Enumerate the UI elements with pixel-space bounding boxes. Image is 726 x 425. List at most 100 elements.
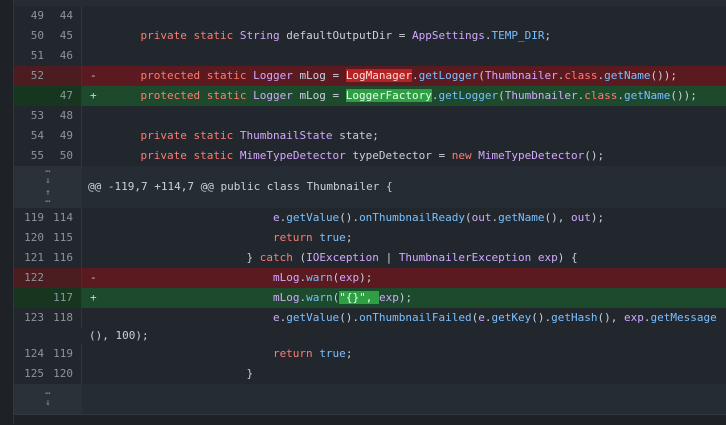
code-token: MimeTypeDetector (239, 149, 353, 162)
code-token: ; (544, 29, 552, 42)
code-token: private static (114, 129, 240, 142)
code-content: - mLog.warn(exp); (82, 268, 726, 288)
code-token: getHash (551, 311, 598, 324)
new-line-number[interactable]: 118 (48, 308, 82, 328)
new-line-number[interactable]: 45 (48, 26, 82, 46)
expand-down-icon[interactable]: ⋯ ↓ (45, 167, 50, 186)
code-token: MimeTypeDetector (478, 149, 585, 162)
old-line-number[interactable] (14, 86, 48, 106)
code-token: e (272, 211, 280, 224)
code-token: e (478, 311, 485, 324)
new-line-number[interactable]: 115 (48, 228, 82, 248)
code-token: } (114, 367, 254, 380)
code-token: ()); (670, 89, 697, 102)
code-token: defaultOutputDir = (286, 29, 413, 42)
code-content: } catch (IOException | ThumbnailerExcept… (82, 248, 726, 268)
code-token: ; (345, 347, 353, 360)
code-content (82, 46, 726, 66)
old-line-number[interactable]: 53 (14, 106, 48, 126)
diff-line: 119 114 e.getValue().onThumbnailReady(out… (14, 208, 726, 228)
old-line-number[interactable]: 51 (14, 46, 48, 66)
code-token: warn (306, 271, 333, 284)
code-token: getValue (286, 211, 340, 224)
old-line-number[interactable]: 50 (14, 26, 48, 46)
code-token: exp (339, 271, 360, 284)
code-content (82, 106, 726, 126)
code-token: getKey (491, 311, 532, 324)
code-token: mLog (272, 271, 300, 284)
code-token: ); (398, 291, 413, 304)
new-line-number[interactable]: 47 (48, 86, 82, 106)
code-content: return true; (82, 228, 726, 248)
code-token: ( (478, 69, 485, 82)
old-line-number[interactable]: 121 (14, 248, 48, 268)
code-token: ( (465, 211, 472, 224)
old-line-number[interactable]: 119 (14, 208, 48, 228)
code-token: ThumbnailerException (398, 251, 538, 264)
old-line-number[interactable]: 54 (14, 126, 48, 146)
code-token: getName (498, 211, 545, 224)
bottom-edge (14, 414, 726, 425)
code-token: return (114, 231, 320, 244)
code-content: return true; (82, 344, 726, 364)
code-token: "{}", (339, 291, 379, 304)
expand-lines-button[interactable]: ⋯ ↓ ↑ ⋯ (14, 166, 82, 208)
code-token: Thumbnailer (484, 69, 558, 82)
code-token: out (571, 211, 591, 224)
new-line-number[interactable]: 50 (48, 146, 82, 166)
new-line-number[interactable]: 114 (48, 208, 82, 228)
new-line-number[interactable]: 48 (48, 106, 82, 126)
old-line-number[interactable]: 120 (14, 228, 48, 248)
expand-down-icon[interactable]: ⋯ ↓ (45, 390, 50, 408)
code-token: exp (537, 251, 558, 264)
new-line-number[interactable]: 117 (48, 288, 82, 308)
diff-viewer: 49 44 50 45 private static String defaultOu… (0, 0, 726, 425)
code-token: mLog (272, 291, 300, 304)
old-line-number[interactable]: 123 (14, 308, 48, 328)
old-line-number[interactable] (14, 288, 48, 308)
diff-line: 124 119 return true; (14, 344, 726, 364)
code-token: warn (306, 291, 333, 304)
code-content: + mLog.warn("{}", exp); (82, 288, 726, 308)
old-line-number[interactable]: 122 (14, 268, 48, 288)
new-line-number[interactable]: 120 (48, 364, 82, 384)
new-line-number[interactable]: 46 (48, 46, 82, 66)
new-line-number[interactable]: 119 (48, 344, 82, 364)
code-token: getName (604, 69, 651, 82)
code-content: private static MimeTypeDetector typeDete… (82, 146, 726, 166)
new-line-number[interactable]: 44 (48, 6, 82, 26)
code-token: | (385, 251, 399, 264)
old-line-number[interactable]: 49 (14, 6, 48, 26)
old-line-number[interactable]: 124 (14, 344, 48, 364)
code-token: ThumbnailState (239, 129, 340, 142)
code-token: . (431, 89, 439, 102)
code-content: private static String defaultOutputDir =… (82, 26, 726, 46)
diff-sign: - (90, 271, 97, 284)
code-token: catch (259, 251, 300, 264)
diff-line: 54 49 private static ThumbnailState state… (14, 126, 726, 146)
bottom-hunk: ⋯ ↓ (14, 384, 726, 414)
new-line-number[interactable] (48, 66, 82, 86)
code-token: e (272, 311, 280, 324)
wrapped-text: (), 100); (89, 329, 149, 342)
diff-line: 47 + protected static Logger mLog = Logge… (14, 86, 726, 106)
new-line-number[interactable] (48, 268, 82, 288)
code-token: ( (498, 89, 505, 102)
old-line-number[interactable]: 125 (14, 364, 48, 384)
code-token: new (451, 149, 479, 162)
wrapped-line: (), 100); (14, 328, 726, 344)
old-line-number[interactable]: 55 (14, 146, 48, 166)
code-token: getValue (286, 311, 340, 324)
diff-line: 53 48 (14, 106, 726, 126)
new-line-number[interactable]: 116 (48, 248, 82, 268)
code-token: protected static (114, 69, 254, 82)
new-line-number[interactable]: 49 (48, 126, 82, 146)
code-token: Logger (253, 89, 300, 102)
old-line-number[interactable]: 52 (14, 66, 48, 86)
expand-down-button[interactable]: ⋯ ↓ (14, 384, 82, 414)
code-token: ); (590, 211, 605, 224)
diff-line: 55 50 private static MimeTypeDetector typ… (14, 146, 726, 166)
expand-up-icon[interactable]: ↑ ⋯ (45, 188, 50, 207)
